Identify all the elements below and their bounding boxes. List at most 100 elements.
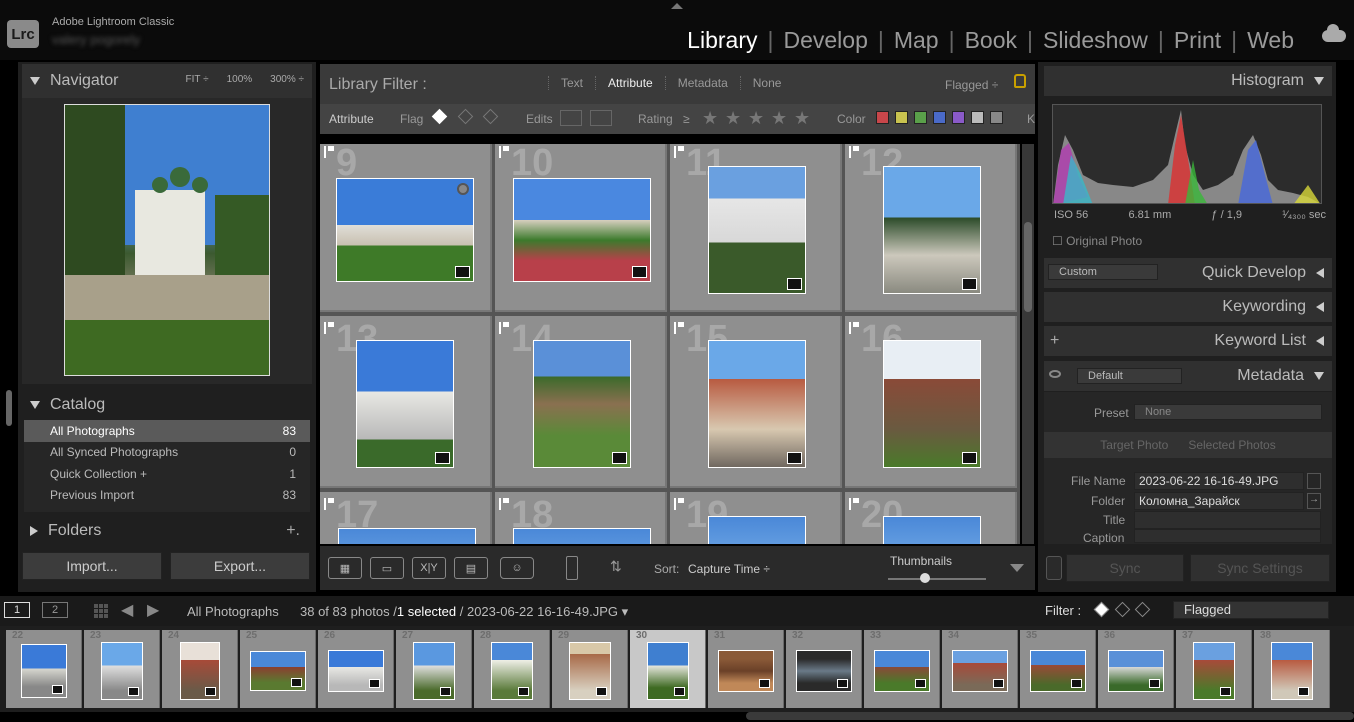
- filmstrip-thumbnail[interactable]: [413, 642, 455, 700]
- photo-thumbnail[interactable]: [883, 166, 981, 294]
- filmstrip-scrollbar[interactable]: [746, 712, 1354, 720]
- catalog-item-all-synced[interactable]: All Synced Photographs 0: [24, 442, 310, 464]
- left-panel-scrollbar[interactable]: [6, 390, 12, 426]
- filmstrip-cell[interactable]: 33: [864, 630, 940, 708]
- flag-icon[interactable]: [324, 322, 334, 334]
- grid-cell[interactable]: 19: [670, 492, 842, 544]
- grid-scrollbar-thumb[interactable]: [1024, 222, 1032, 312]
- filmstrip-cell[interactable]: 38: [1254, 630, 1330, 708]
- file-name-field[interactable]: 2023-06-22 16-16-49.JPG: [1134, 472, 1304, 490]
- filmstrip-cell[interactable]: 27: [396, 630, 472, 708]
- toolbar-menu-icon[interactable]: [1010, 564, 1024, 572]
- loupe-view-button[interactable]: ▭: [370, 557, 404, 579]
- photo-thumbnail[interactable]: [708, 340, 806, 468]
- cloud-icon[interactable]: [1322, 24, 1346, 42]
- flag-icon[interactable]: [499, 146, 509, 158]
- module-library[interactable]: Library: [677, 27, 767, 54]
- filmstrip-thumbnail[interactable]: [101, 642, 143, 700]
- filmstrip-thumbnail[interactable]: [1193, 642, 1235, 700]
- grid-icon[interactable]: [94, 604, 108, 618]
- metadata-badge-icon[interactable]: [674, 687, 685, 696]
- flag-icon[interactable]: [499, 498, 509, 510]
- grid-scrollbar[interactable]: [1022, 144, 1034, 544]
- filmstrip-thumbnail[interactable]: [952, 650, 1008, 692]
- keyword-list-header[interactable]: Keyword List: [1044, 326, 1332, 356]
- quick-collection-circle-icon[interactable]: [457, 183, 469, 195]
- metadata-badge-icon[interactable]: [1298, 687, 1309, 696]
- star-icon[interactable]: ★: [748, 108, 764, 129]
- collapse-top-panel-icon[interactable]: [671, 3, 683, 9]
- color-swatch-purple[interactable]: [952, 111, 965, 124]
- filmstrip-thumbnail[interactable]: [491, 642, 533, 700]
- grid-cell[interactable]: 11: [670, 144, 842, 312]
- filmstrip-cell[interactable]: 34: [942, 630, 1018, 708]
- import-button[interactable]: Import...: [22, 552, 162, 580]
- flag-icon[interactable]: [324, 498, 334, 510]
- export-button[interactable]: Export...: [170, 552, 310, 580]
- metadata-badge-icon[interactable]: [962, 452, 977, 464]
- metadata-badge-icon[interactable]: [1220, 687, 1231, 696]
- metadata-badge-icon[interactable]: [962, 278, 977, 290]
- photo-thumbnail[interactable]: [336, 178, 474, 282]
- flag-icon[interactable]: [324, 146, 334, 158]
- metadata-badge-icon[interactable]: [759, 679, 770, 688]
- grid-cell[interactable]: 20: [845, 492, 1017, 544]
- flag-icon[interactable]: [849, 498, 859, 510]
- filmstrip-cell[interactable]: 35: [1020, 630, 1096, 708]
- flag-icon[interactable]: [674, 498, 684, 510]
- star-icon[interactable]: ★: [771, 108, 787, 129]
- sort-dropdown[interactable]: Capture Time ÷: [688, 562, 770, 576]
- grid-cell[interactable]: 10: [495, 144, 667, 312]
- metadata-badge-icon[interactable]: [291, 678, 302, 687]
- caption-field[interactable]: [1134, 529, 1321, 543]
- unflagged-filter-icon[interactable]: [1114, 601, 1131, 618]
- metadata-badge-icon[interactable]: [632, 266, 647, 278]
- filmstrip-thumbnail[interactable]: [1030, 650, 1086, 692]
- star-icon[interactable]: ★: [702, 108, 718, 129]
- rejected-filter-icon[interactable]: [1134, 601, 1151, 618]
- catalog-item-all-photographs[interactable]: All Photographs 83: [24, 420, 310, 442]
- filmstrip-cell[interactable]: 36: [1098, 630, 1174, 708]
- filter-preset-dropdown[interactable]: Flagged ÷: [945, 78, 998, 92]
- grid-cell[interactable]: 12: [845, 144, 1017, 312]
- filmstrip-cell[interactable]: 25: [240, 630, 316, 708]
- metadata-badge-icon[interactable]: [455, 266, 470, 278]
- compare-view-button[interactable]: X|Y: [412, 557, 446, 579]
- thumbnail-size-slider[interactable]: [888, 578, 986, 580]
- metadata-badge-icon[interactable]: [787, 452, 802, 464]
- target-photo-tab[interactable]: Target Photo: [1100, 438, 1168, 452]
- sync-settings-button[interactable]: Sync Settings: [1190, 554, 1330, 582]
- metadata-badge-icon[interactable]: [1149, 679, 1160, 688]
- keywording-header[interactable]: Keywording: [1044, 292, 1332, 322]
- module-slideshow[interactable]: Slideshow: [1033, 27, 1158, 54]
- filmstrip-cell[interactable]: 31: [708, 630, 784, 708]
- color-swatch-blue[interactable]: [933, 111, 946, 124]
- grid-cell[interactable]: 17: [320, 492, 492, 544]
- photo-thumbnail[interactable]: [533, 340, 631, 468]
- catalog-item-quick-collection[interactable]: Quick Collection + 1: [24, 463, 310, 485]
- filmstrip-cell[interactable]: 24: [162, 630, 238, 708]
- module-book[interactable]: Book: [955, 27, 1027, 54]
- metadata-badge-icon[interactable]: [787, 278, 802, 290]
- grid-cell[interactable]: 18: [495, 492, 667, 544]
- photo-thumbnail[interactable]: [338, 528, 476, 544]
- module-web[interactable]: Web: [1237, 27, 1304, 54]
- filmstrip-thumbnail[interactable]: [569, 642, 611, 700]
- filmstrip-source[interactable]: All Photographs: [187, 604, 279, 619]
- quick-develop-preset-dropdown[interactable]: Custom: [1048, 264, 1158, 280]
- metadata-badge-icon[interactable]: [993, 679, 1004, 688]
- module-print[interactable]: Print: [1164, 27, 1231, 54]
- metadata-preset-dropdown[interactable]: None: [1134, 404, 1322, 420]
- filmstrip-cell[interactable]: 30: [630, 630, 706, 708]
- color-swatch-yellow[interactable]: [895, 111, 908, 124]
- filmstrip-thumbnail[interactable]: [1271, 642, 1313, 700]
- flag-icon[interactable]: [499, 322, 509, 334]
- photo-thumbnail[interactable]: [513, 528, 651, 544]
- color-swatch-none[interactable]: [990, 111, 1003, 124]
- unedited-filter-icon[interactable]: [590, 110, 612, 126]
- zoom-300[interactable]: 300% ÷: [270, 74, 304, 85]
- filmstrip-cell[interactable]: 26: [318, 630, 394, 708]
- people-view-button[interactable]: ☺: [500, 557, 534, 579]
- color-swatch-green[interactable]: [914, 111, 927, 124]
- catalog-header[interactable]: Catalog: [22, 392, 312, 418]
